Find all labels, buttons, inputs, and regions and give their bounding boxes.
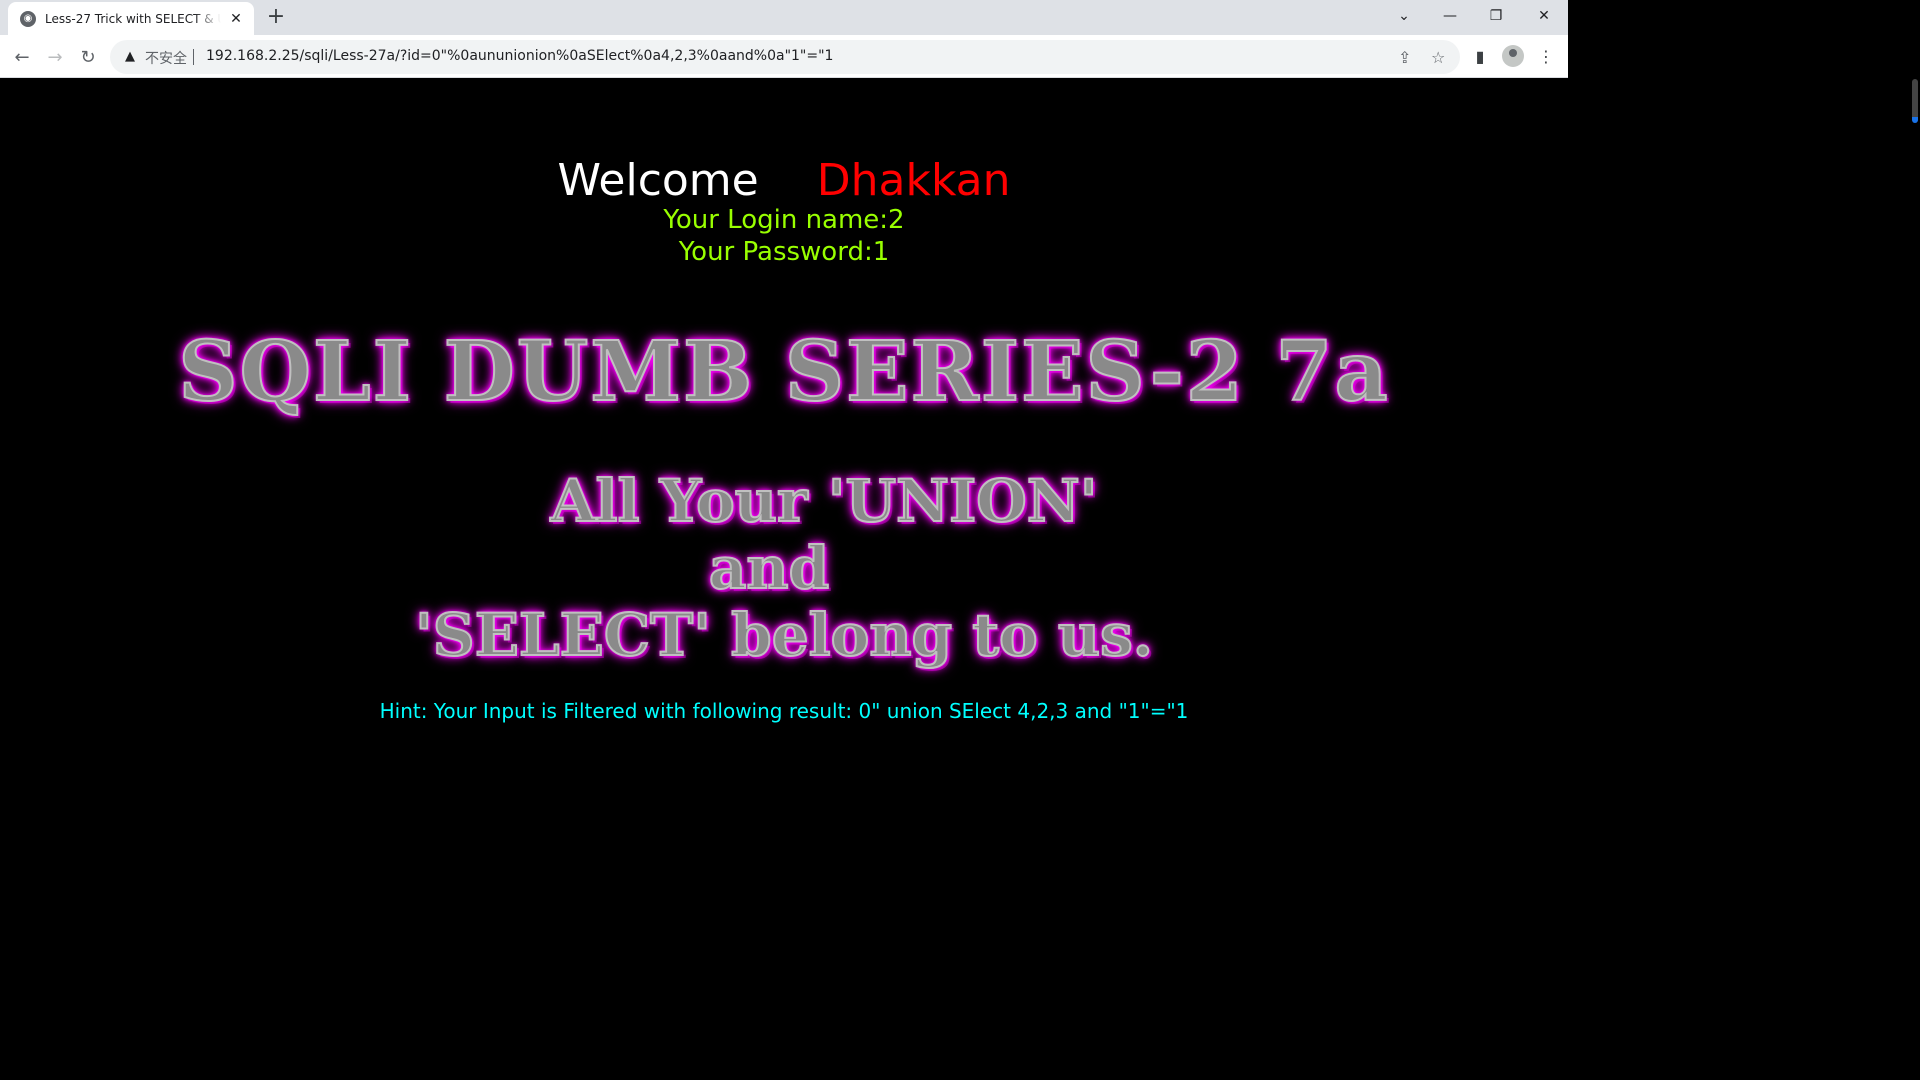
back-button[interactable]: ← — [8, 43, 36, 71]
browser-tab[interactable]: ◉ Less-27 Trick with SELECT & UNION ✕ — [8, 2, 254, 35]
banner-line-3: 'SELECT' belong to us. — [414, 600, 1154, 670]
user-name: Dhakkan — [816, 155, 1011, 206]
banner-line-1: All Your 'UNION' — [549, 466, 1098, 536]
new-tab-button[interactable]: + — [262, 5, 290, 29]
scrollbar[interactable] — [1910, 79, 1920, 882]
globe-icon: ◉ — [20, 10, 36, 27]
banner-title: SQLI DUMB SERIES-2 7a — [177, 323, 1390, 421]
minimize-button[interactable]: — — [1427, 0, 1473, 32]
scrollbar-thumb[interactable] — [1912, 79, 1918, 123]
welcome-label: Welcome — [557, 155, 759, 206]
login-name: Your Login name:2 — [663, 205, 905, 235]
profile-icon[interactable] — [1502, 45, 1524, 67]
security-label[interactable]: 不安全 — [145, 48, 187, 68]
side-panel-icon[interactable]: ▮ — [1468, 44, 1492, 68]
star-icon[interactable]: ☆ — [1431, 48, 1445, 67]
tab-search-button[interactable]: ⌄ — [1381, 0, 1427, 32]
address-bar[interactable]: ▲ 不安全 192.168.2.25/sqli/Less-27a/?id=0"%… — [110, 40, 1460, 74]
hint-text: Hint: Your Input is Filtered with follow… — [379, 699, 1189, 723]
warning-icon[interactable]: ▲ — [122, 49, 138, 65]
restore-button[interactable]: ❐ — [1473, 0, 1519, 32]
close-window-button[interactable]: ✕ — [1521, 0, 1567, 32]
banner-line-2: and — [708, 533, 830, 603]
page-content: Welcome Dhakkan Your Login name:2 Your P… — [0, 79, 1568, 882]
menu-icon[interactable]: ⋮ — [1534, 44, 1558, 68]
welcome-heading: Welcome Dhakkan — [0, 155, 1568, 206]
tab-close-button[interactable]: ✕ — [228, 11, 244, 27]
share-icon[interactable]: ⇪ — [1398, 48, 1411, 67]
password: Your Password:1 — [678, 237, 890, 267]
tab-title: Less-27 Trick with SELECT & UNION — [45, 11, 221, 26]
browser-toolbar: ← → ↻ ▲ 不安全 192.168.2.25/sqli/Less-27a/?… — [0, 35, 1568, 78]
forward-button[interactable]: → — [41, 43, 69, 71]
reload-button[interactable]: ↻ — [74, 43, 102, 71]
tab-strip: ◉ Less-27 Trick with SELECT & UNION ✕ + … — [0, 0, 1568, 35]
omnibox-divider — [193, 49, 194, 65]
url-text[interactable]: 192.168.2.25/sqli/Less-27a/?id=0"%0aunun… — [206, 48, 833, 64]
